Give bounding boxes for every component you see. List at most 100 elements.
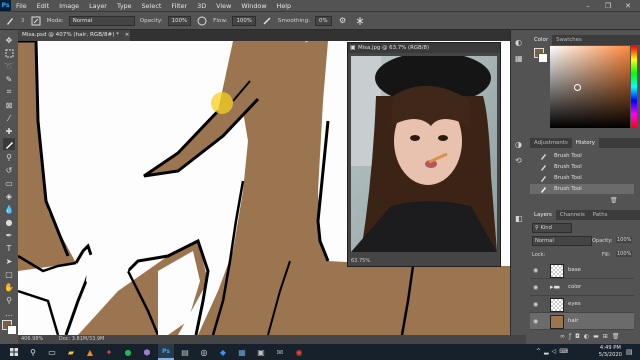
mode-select[interactable]: Normal	[68, 15, 135, 26]
hand-tool-icon[interactable]: ✋	[3, 281, 15, 293]
app-icon[interactable]: ✦	[101, 344, 117, 360]
menu-type[interactable]: Type	[112, 2, 137, 10]
tab-swatches[interactable]: Swatches	[552, 35, 586, 45]
app-icon[interactable]: ⬢	[139, 344, 155, 360]
file-explorer-icon[interactable]: ▰	[63, 344, 79, 360]
floating-window-titlebar[interactable]: ▣ Misa.jpg @ 63.7% (RGB/8)	[348, 43, 500, 53]
delete-layer-icon[interactable]: 🗑	[612, 333, 624, 340]
menu-edit[interactable]: Edit	[32, 2, 54, 10]
menu-view[interactable]: View	[211, 2, 236, 10]
tab-close-icon[interactable]: ×	[125, 32, 130, 38]
new-layer-icon[interactable]: ⊞	[603, 333, 612, 340]
layer-row-active[interactable]: ◉ hair	[530, 313, 634, 330]
marquee-tool-icon[interactable]	[3, 47, 15, 59]
dodge-tool-icon[interactable]: ●	[3, 216, 15, 228]
tab-color[interactable]: Color	[530, 35, 553, 45]
rectangle-tool-icon[interactable]: ▢	[3, 268, 15, 280]
mask-icon[interactable]: ◘	[575, 333, 584, 340]
history-item-active[interactable]: Brush Tool	[530, 184, 634, 194]
menu-help[interactable]: Help	[272, 2, 297, 10]
menu-filter[interactable]: Filter	[166, 2, 192, 10]
color-panel-icon[interactable]: ◐	[515, 38, 522, 47]
link-icon[interactable]: ∞	[560, 333, 569, 340]
eraser-tool-icon[interactable]: ▭	[3, 177, 15, 189]
layer-filter-select[interactable]: ⚲ Kind	[532, 223, 572, 233]
fill-input[interactable]: 100%	[616, 251, 633, 257]
chevron-up-icon[interactable]: ^	[536, 348, 544, 355]
history-item[interactable]: Brush Tool	[530, 151, 634, 161]
pen-tool-icon[interactable]: ✒	[3, 229, 15, 241]
flow-input[interactable]: 100%	[232, 15, 256, 26]
document-tab[interactable]: Misa.psd @ 407% (hair, RGB/8#) * ×	[18, 30, 130, 41]
quick-select-tool-icon[interactable]: ✎	[3, 73, 15, 85]
visibility-eye-icon[interactable]: ◉	[533, 301, 538, 308]
adjustments-panel-icon[interactable]: ◑	[515, 140, 522, 149]
more-tools-icon[interactable]: …	[3, 307, 15, 319]
vscode-icon[interactable]: ◆	[215, 344, 231, 360]
photoshop-logo-icon[interactable]: Ps	[0, 0, 11, 11]
tab-layers[interactable]: Layers	[530, 210, 556, 220]
trash-icon[interactable]: 🗑	[610, 197, 618, 204]
blur-tool-icon[interactable]: 💧	[3, 203, 15, 215]
tab-paths[interactable]: Paths	[589, 210, 612, 220]
menu-image[interactable]: Image	[54, 2, 84, 10]
visibility-eye-icon[interactable]: ◉	[533, 318, 538, 325]
history-item[interactable]: Brush Tool	[530, 162, 634, 172]
menu-3d[interactable]: 3D	[192, 2, 211, 10]
gear-icon[interactable]: ⚙	[337, 15, 349, 27]
menu-window[interactable]: Window	[236, 2, 271, 10]
tab-channels[interactable]: Channels	[556, 210, 589, 220]
brush-tool-icon[interactable]	[3, 138, 15, 150]
brush-preset-icon[interactable]	[4, 15, 16, 27]
tab-adjustments[interactable]: Adjustments	[530, 138, 572, 148]
keyboard-icon[interactable]: ⌨	[559, 348, 571, 355]
smoothing-input[interactable]: 0%	[315, 15, 332, 26]
eyedropper-tool-icon[interactable]: ⁄	[3, 112, 15, 124]
symmetry-icon[interactable]	[354, 15, 366, 27]
swatches-panel-icon[interactable]: ▦	[515, 54, 523, 63]
paint-bucket-tool-icon[interactable]: ◈	[3, 190, 15, 202]
app-icon[interactable]: ✉	[272, 344, 288, 360]
app-icon[interactable]: ▦	[234, 344, 250, 360]
brush-settings-icon[interactable]	[30, 15, 42, 27]
maximize-button[interactable]: ❐	[600, 0, 616, 11]
layer-row[interactable]: ◉ eyes	[530, 296, 634, 313]
windows-start-icon[interactable]	[6, 344, 22, 360]
app-icon[interactable]: ▣	[253, 344, 269, 360]
chrome-icon[interactable]: ◉	[291, 344, 307, 360]
adjustment-icon[interactable]: ◐	[584, 333, 593, 340]
clone-stamp-tool-icon[interactable]: ⚲	[3, 151, 15, 163]
visibility-eye-icon[interactable]: ◉	[533, 284, 538, 291]
zoom-tool-icon[interactable]: ⚲	[3, 294, 15, 306]
move-tool-icon[interactable]: ✥	[3, 34, 15, 46]
history-panel-icon[interactable]: ⟲	[515, 156, 522, 165]
menu-file[interactable]: File	[11, 2, 32, 10]
app-icon[interactable]: ◎	[196, 344, 212, 360]
history-brush-tool-icon[interactable]: ↺	[3, 164, 15, 176]
zoom-level[interactable]: 406.98%	[18, 336, 43, 342]
app-icon[interactable]: ▤	[177, 344, 193, 360]
background-color-swatch[interactable]	[7, 325, 17, 335]
pressure-opacity-icon[interactable]	[196, 15, 208, 27]
brush-size-value[interactable]: 3	[21, 18, 25, 24]
visibility-eye-icon[interactable]: ◉	[533, 267, 538, 274]
layer-row[interactable]: ◉ base	[530, 262, 634, 279]
system-clock[interactable]: 4:49 PM 5/3/2020	[599, 345, 622, 359]
layer-group-row[interactable]: ◉ ▸▬ color	[530, 279, 634, 296]
task-view-icon[interactable]: ▭	[44, 344, 60, 360]
layers-panel-icon[interactable]: ◧	[515, 214, 523, 223]
notification-icon[interactable]: ▤	[626, 348, 633, 356]
type-tool-icon[interactable]: T	[3, 242, 15, 254]
floating-document-window[interactable]: ▣ Misa.jpg @ 63.7% (RGB/8) 63.75%	[347, 42, 501, 267]
frame-tool-icon[interactable]: ⊠	[3, 99, 15, 111]
path-selection-tool-icon[interactable]: ➤	[3, 255, 15, 267]
close-button[interactable]: ✕	[620, 0, 636, 11]
menu-select[interactable]: Select	[137, 2, 167, 10]
layer-opacity-input[interactable]: 100%	[616, 237, 633, 243]
opacity-input[interactable]: 100%	[167, 15, 192, 26]
tab-history[interactable]: History	[571, 138, 599, 148]
spotify-icon[interactable]: ●	[120, 344, 136, 360]
healing-brush-tool-icon[interactable]: ✚	[3, 125, 15, 137]
crop-tool-icon[interactable]: ⌗	[3, 86, 15, 98]
airbrush-icon[interactable]	[261, 15, 273, 27]
